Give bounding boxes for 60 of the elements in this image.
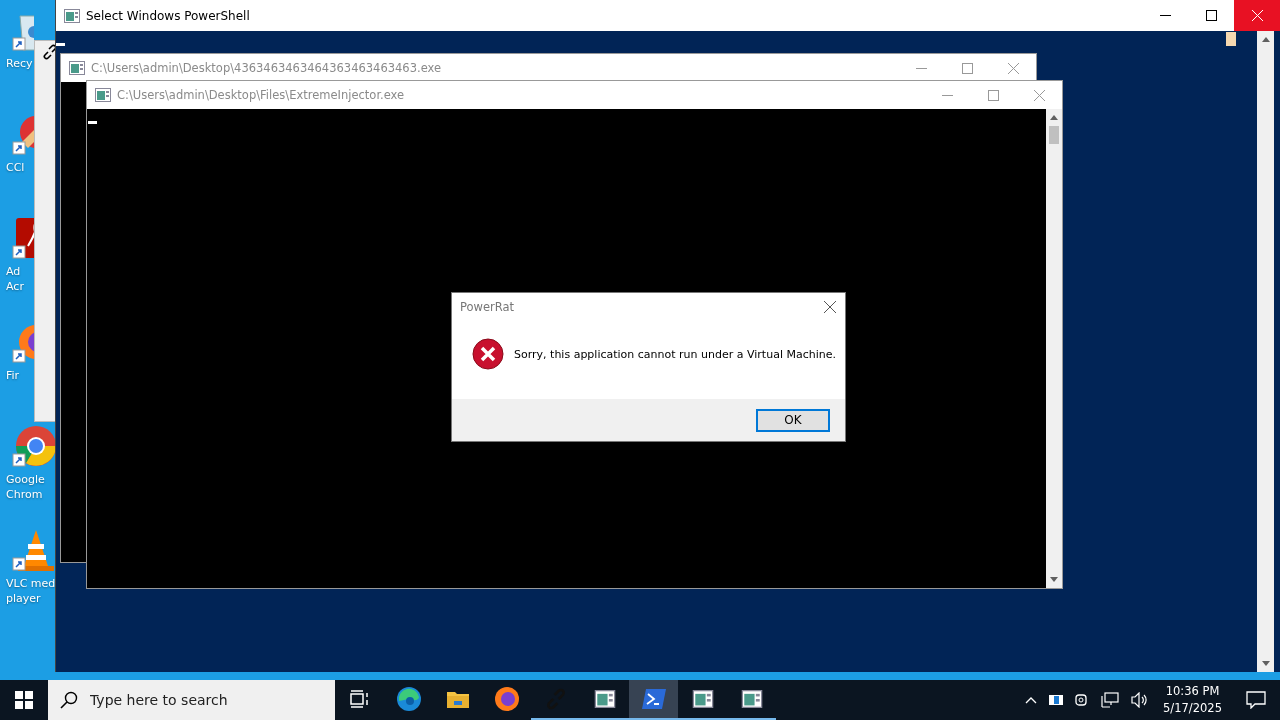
text-cursor bbox=[56, 43, 65, 46]
close-button[interactable] bbox=[824, 301, 836, 313]
scroll-down-icon[interactable] bbox=[1261, 661, 1270, 666]
console-window-icon bbox=[64, 8, 80, 23]
ok-button[interactable]: OK bbox=[756, 408, 830, 432]
scroll-up-icon[interactable] bbox=[1261, 37, 1270, 42]
maximize-icon bbox=[961, 62, 973, 74]
scrollbar[interactable] bbox=[1257, 31, 1274, 672]
desktop-icon-label: VLC med bbox=[6, 576, 56, 591]
search-field[interactable]: Type here to search bbox=[48, 680, 335, 720]
desktop-icon-label: Ad bbox=[6, 264, 21, 279]
close-icon bbox=[1033, 89, 1045, 101]
browser-icon[interactable] bbox=[12, 424, 56, 468]
dialog-title: PowerRat bbox=[460, 300, 515, 314]
clock-time: 10:36 PM bbox=[1165, 683, 1220, 700]
browser-icon bbox=[395, 686, 422, 712]
folder-icon bbox=[445, 689, 470, 709]
desktop-icon-label: player bbox=[6, 591, 41, 606]
console-window-icon bbox=[691, 690, 714, 708]
desktop-icon-label: Fir bbox=[6, 368, 20, 383]
desktop-icon-label: Acr bbox=[6, 279, 24, 294]
close-icon bbox=[1251, 10, 1263, 21]
maximize-icon bbox=[1205, 10, 1217, 21]
text-cursor bbox=[88, 121, 97, 124]
task-view-icon bbox=[349, 690, 370, 708]
device-icon[interactable] bbox=[1049, 695, 1064, 705]
console-window-icon bbox=[593, 690, 616, 708]
search-icon[interactable] bbox=[60, 691, 78, 709]
scrollbar[interactable] bbox=[1046, 109, 1062, 588]
document-app-icon[interactable] bbox=[12, 216, 34, 260]
console-window-icon bbox=[69, 61, 85, 75]
fox-browser-icon bbox=[493, 686, 520, 712]
desktop-icon-label: CCl bbox=[6, 160, 25, 175]
scroll-thumb[interactable] bbox=[1049, 126, 1059, 144]
window-title: C:\Users\admin\Desktop\Files\ExtremeInjector.exe bbox=[117, 88, 405, 102]
network-icon[interactable] bbox=[1101, 692, 1120, 708]
window-title: C:\Users\admin\Desktop\4363463463464363463463463.exe bbox=[91, 61, 442, 75]
clock-date: 5/17/2025 bbox=[1163, 700, 1222, 717]
windows-start-icon[interactable] bbox=[15, 691, 33, 709]
chain-link-icon bbox=[42, 44, 58, 60]
text-cursor bbox=[1226, 32, 1236, 46]
console-window-icon bbox=[740, 690, 763, 708]
console-window-icon bbox=[95, 88, 111, 102]
desktop-icon-label: Chrom bbox=[6, 487, 43, 502]
close-icon bbox=[1007, 62, 1019, 74]
chevron-up-icon[interactable] bbox=[1025, 696, 1038, 704]
scroll-up-icon[interactable] bbox=[1050, 115, 1058, 120]
error-message: Sorry, this application cannot run under a Virtual Machine. bbox=[514, 347, 836, 361]
notification-icon[interactable] bbox=[1246, 691, 1266, 709]
maximize-icon bbox=[987, 89, 999, 101]
search-input[interactable]: Type here to search bbox=[88, 691, 312, 709]
camera-icon[interactable] bbox=[1075, 692, 1090, 708]
error-icon bbox=[472, 338, 504, 370]
desktop-icon-label: Recy bbox=[6, 56, 33, 71]
desktop-icon-label: Google bbox=[6, 472, 45, 487]
window-title: Select Windows PowerShell bbox=[86, 8, 250, 23]
scroll-down-icon[interactable] bbox=[1050, 577, 1058, 582]
traffic-cone-icon[interactable] bbox=[12, 528, 56, 572]
speaker-icon[interactable] bbox=[1131, 692, 1150, 708]
powershell-icon bbox=[641, 689, 666, 709]
